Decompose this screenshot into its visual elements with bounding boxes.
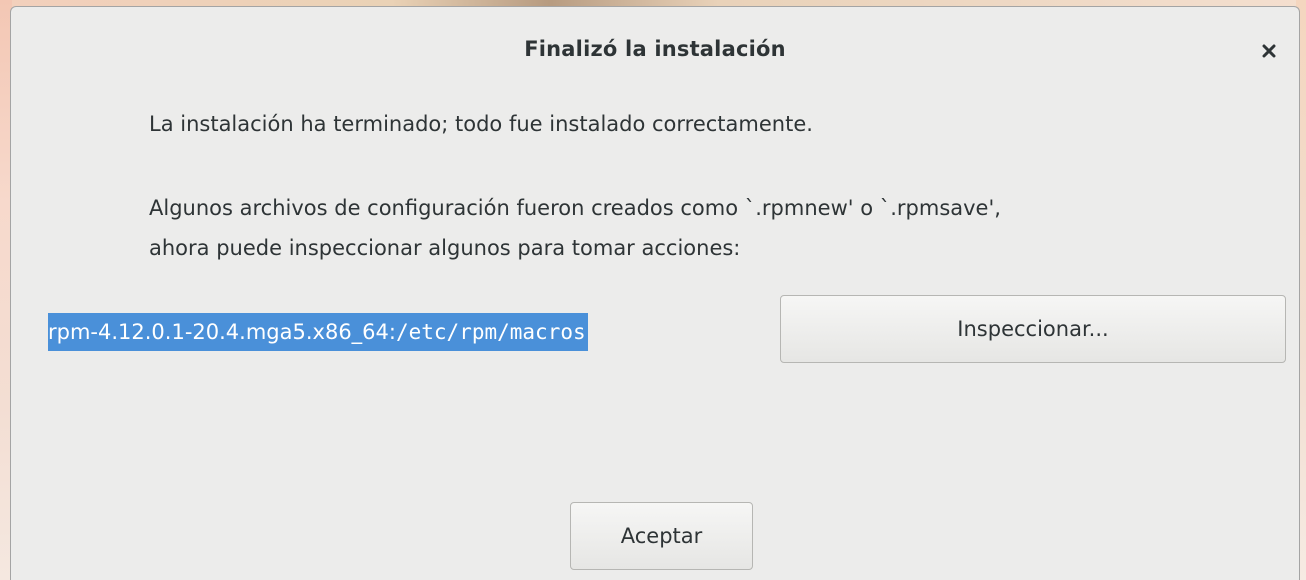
close-button[interactable]	[1251, 33, 1287, 69]
message-config-files: Algunos archivos de configuración fueron…	[149, 196, 1001, 220]
config-file-path: /etc/rpm/macros	[395, 320, 586, 344]
installation-finished-dialog: Finalizó la instalación La instalación h…	[10, 6, 1300, 580]
accept-button[interactable]: Aceptar	[570, 502, 753, 570]
config-file-label[interactable]: rpm-4.12.0.1-20.4.mga5.x86_64:/etc/rpm/m…	[48, 313, 588, 351]
message-inspect-hint: ahora puede inspeccionar algunos para to…	[149, 236, 741, 260]
message-success: La instalación ha terminado; todo fue in…	[149, 112, 813, 136]
dialog-title: Finalizó la instalación	[524, 37, 786, 61]
close-icon	[1262, 44, 1276, 58]
config-file-package: rpm-4.12.0.1-20.4.mga5.x86_64:	[48, 320, 396, 344]
inspect-button[interactable]: Inspeccionar...	[780, 295, 1286, 363]
dialog-titlebar[interactable]: Finalizó la instalación	[11, 7, 1299, 87]
